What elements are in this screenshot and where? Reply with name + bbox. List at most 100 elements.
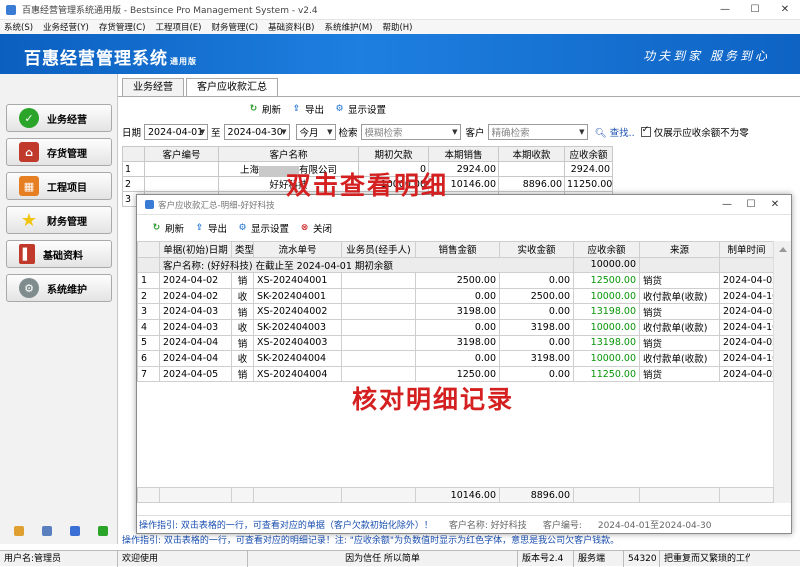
menu-system[interactable]: 系统(S) bbox=[4, 21, 33, 33]
vertical-scrollbar[interactable] bbox=[773, 241, 791, 503]
initial-balance-value: 10000.00 bbox=[573, 256, 640, 274]
header-cell[interactable]: 应收余额 bbox=[573, 241, 640, 258]
table-row[interactable]: 5 2024-04-04 销 XS-202404003 3198.00 0.00 13198… bbox=[137, 334, 774, 352]
table-row[interactable]: 2 2024-04-02 收 SK-202404001 0.00 2500.00 10000… bbox=[137, 287, 774, 305]
end-date-picker[interactable]: 2024-04-30 ▼ bbox=[223, 124, 290, 140]
menu-project[interactable]: 工程项目(E) bbox=[155, 21, 201, 33]
customer-input[interactable]: 精确检索 ▼ bbox=[487, 124, 588, 140]
display-settings-button[interactable]: ⚙ 显示设置 bbox=[334, 102, 386, 116]
doc-type: 销 bbox=[231, 303, 254, 320]
find-label: 查找.. bbox=[609, 128, 635, 139]
menu-help[interactable]: 帮助(H) bbox=[382, 21, 412, 33]
sidebar-item-label: 基础资料 bbox=[43, 250, 83, 262]
sidebar-item-label: 存货管理 bbox=[47, 148, 87, 160]
table-row[interactable]: 4 2024-04-03 收 SK-202404003 0.00 3198.00 10000… bbox=[137, 318, 774, 336]
dialog-export-button[interactable]: ⇪ 导出 bbox=[194, 221, 227, 235]
export-button[interactable]: ⇪ 导出 bbox=[291, 102, 324, 116]
maximize-icon[interactable]: ☐ bbox=[739, 195, 763, 215]
salesperson bbox=[341, 272, 416, 289]
period-received bbox=[498, 161, 565, 177]
close-icon[interactable]: ✕ bbox=[770, 0, 800, 20]
tab-business[interactable]: 业务经营 bbox=[122, 78, 184, 96]
main-hint: 操作指引: 双击表格的一行，可查看对应的明细记录！注: "应收余额"为负数值时显… bbox=[122, 536, 620, 546]
header-cell[interactable]: 业务员(经手人) bbox=[341, 241, 416, 258]
header-cell[interactable]: 本期收款 bbox=[498, 146, 565, 162]
header-cell[interactable]: 来源 bbox=[639, 241, 720, 258]
menu-business[interactable]: 业务经营(Y) bbox=[43, 21, 89, 33]
nonzero-checkbox[interactable]: 仅展示应收余额不为零 bbox=[640, 125, 749, 139]
display-settings-label: 显示设置 bbox=[251, 224, 290, 235]
doc-type: 销 bbox=[231, 272, 254, 289]
close-icon[interactable]: ✕ bbox=[763, 195, 787, 215]
header-cell[interactable]: 客户编号 bbox=[144, 146, 219, 162]
receivable-balance: 10000.00 bbox=[573, 287, 640, 305]
created-time: 2024-04-10 bbox=[719, 287, 774, 305]
sidebar-item-business[interactable]: ✓ 业务经营 bbox=[6, 104, 112, 132]
header-cell[interactable]: 期初欠款 bbox=[358, 146, 429, 162]
dialog-toolbar: ↻ 刷新 ⇪ 导出 ⚙ 显示设置 ⊗ 关闭 bbox=[151, 221, 342, 235]
header-cell[interactable]: 应收余额 bbox=[564, 146, 613, 162]
sidebar-item-label: 财务管理 bbox=[47, 216, 87, 228]
check-icon: ✓ bbox=[19, 108, 39, 128]
empty-cell bbox=[159, 487, 232, 503]
start-date-picker[interactable]: 2024-04-01 ▼ bbox=[144, 124, 209, 140]
received-amount: 0.00 bbox=[499, 303, 574, 320]
search-input[interactable]: 模糊检索 ▼ bbox=[360, 124, 461, 140]
info-icon[interactable] bbox=[70, 526, 80, 536]
row-index: 2 bbox=[122, 176, 145, 192]
received-amount: 3198.00 bbox=[499, 350, 574, 367]
menu-finance[interactable]: 财务管理(C) bbox=[211, 21, 258, 33]
source: 收付款单(收款) bbox=[639, 350, 720, 367]
header-cell[interactable]: 本期销售 bbox=[428, 146, 499, 162]
help-icon[interactable] bbox=[42, 526, 52, 536]
table-row[interactable]: 6 2024-04-04 收 SK-202404004 0.00 3198.00 10000… bbox=[137, 350, 774, 367]
dialog-close-button[interactable]: ⊗ 关闭 bbox=[299, 221, 332, 235]
close-circle-icon: ⊗ bbox=[300, 223, 309, 233]
dialog-display-settings-button[interactable]: ⚙ 显示设置 bbox=[237, 221, 289, 235]
empty-cell bbox=[573, 487, 640, 503]
minimize-icon[interactable]: — bbox=[710, 0, 740, 20]
doc-type: 收 bbox=[231, 350, 254, 367]
customer-code bbox=[144, 161, 219, 177]
totals-row: 10146.00 8896.00 bbox=[137, 487, 774, 503]
sidebar-item-maintenance[interactable]: ⚙ 系统维护 bbox=[6, 274, 112, 302]
minimize-icon[interactable]: — bbox=[715, 195, 739, 215]
header-cell[interactable]: 客户名称 bbox=[218, 146, 359, 162]
dialog-app-icon bbox=[145, 200, 154, 209]
sidebar-item-finance[interactable]: ★ 财务管理 bbox=[6, 206, 112, 234]
detail-header-row: 单据(初始)日期 类型 流水单号 业务员(经手人) 销售金额 实收金额 应收余额… bbox=[137, 241, 774, 258]
sidebar-item-basic-data[interactable]: ▌ 基础资料 bbox=[6, 240, 112, 268]
maximize-icon[interactable]: ☐ bbox=[740, 0, 770, 20]
refresh-button[interactable]: ↻ 刷新 bbox=[248, 102, 281, 116]
summary-toolbar: ↻ 刷新 ⇪ 导出 ⚙ 显示设置 bbox=[248, 102, 396, 116]
header-cell[interactable]: 单据(初始)日期 bbox=[159, 241, 232, 258]
sidebar-item-project[interactable]: ▦ 工程项目 bbox=[6, 172, 112, 200]
customer-name-head: 上海 bbox=[239, 165, 259, 176]
initial-balance-row[interactable]: 客户名称: (好好科技) 在截止至 2024-04-01 期初余额 10000.… bbox=[137, 256, 774, 274]
tab-receivable-summary[interactable]: 客户应收款汇总 bbox=[186, 78, 278, 96]
status-welcome: 欢迎使用 bbox=[118, 550, 248, 567]
header-cell[interactable]: 实收金额 bbox=[499, 241, 574, 258]
sidebar-item-inventory[interactable]: ⌂ 存货管理 bbox=[6, 138, 112, 166]
period-select[interactable]: 今月 ▼ bbox=[295, 124, 336, 140]
source: 销货 bbox=[639, 272, 720, 289]
refresh-icon: ↻ bbox=[152, 223, 161, 233]
dialog-refresh-button[interactable]: ↻ 刷新 bbox=[151, 221, 184, 235]
table-row[interactable]: 1 2024-04-02 销 XS-202404001 2500.00 0.00 12500… bbox=[137, 272, 774, 289]
source: 收付款单(收款) bbox=[639, 287, 720, 305]
settings-icon: ⚙ bbox=[238, 223, 247, 233]
header-cell[interactable]: 销售金额 bbox=[415, 241, 500, 258]
close-label: 关闭 bbox=[313, 224, 333, 235]
ok-icon[interactable] bbox=[98, 526, 108, 536]
menu-basic-data[interactable]: 基础资料(B) bbox=[268, 21, 314, 33]
tool-icon[interactable] bbox=[14, 526, 24, 536]
doc-type: 收 bbox=[231, 287, 254, 305]
header-cell[interactable]: 流水单号 bbox=[253, 241, 342, 258]
table-row[interactable]: 3 2024-04-03 销 XS-202404002 3198.00 0.00 13198… bbox=[137, 303, 774, 320]
menu-inventory[interactable]: 存货管理(C) bbox=[99, 21, 146, 33]
header-cell[interactable]: 类型 bbox=[231, 241, 254, 258]
menu-maintenance[interactable]: 系统维护(M) bbox=[325, 21, 373, 33]
status-bar: 用户名:管理员 欢迎使用 因为信任 所以简单 版本号2.4 服务端 54320 … bbox=[0, 550, 800, 567]
header-cell[interactable]: 制单时间 bbox=[719, 241, 774, 258]
find-button[interactable]: 🔍︎ 查找.. bbox=[595, 125, 635, 139]
